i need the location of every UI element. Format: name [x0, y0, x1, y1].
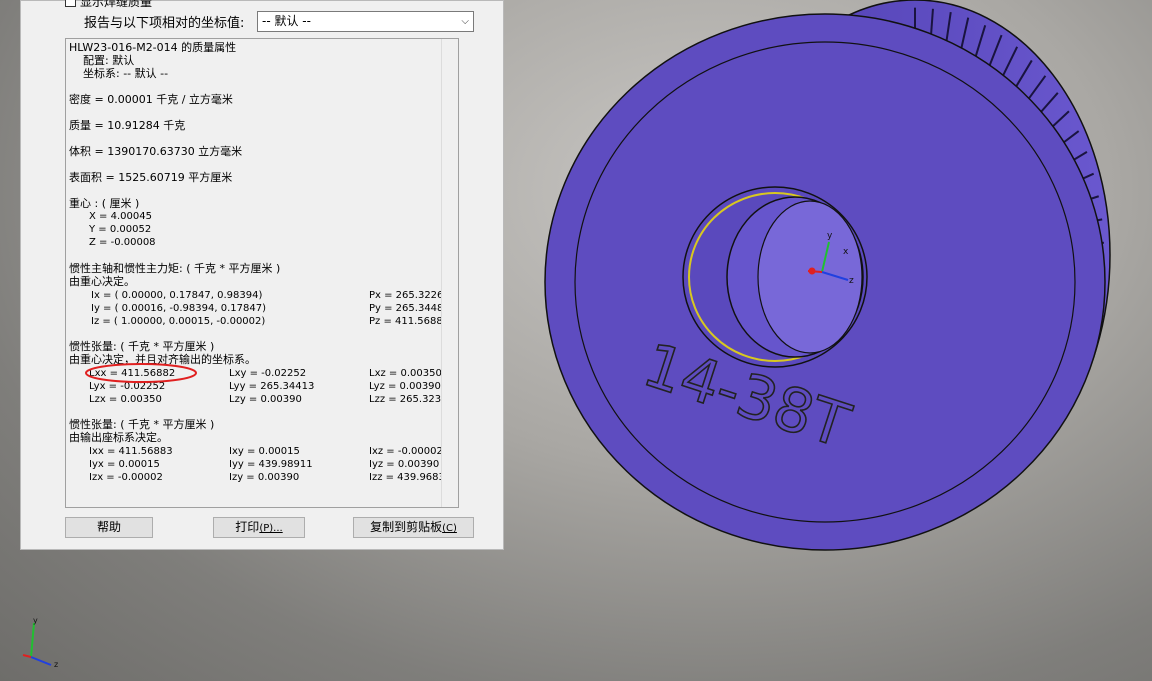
print-button-label: 打印 [235, 520, 260, 534]
svg-text:x: x [843, 247, 849, 257]
svg-text:z: z [54, 660, 58, 669]
mass-properties-dialog: 显示焊缝质量 报告与以下项相对的坐标值: -- 默认 -- ⌵ HLW23-01… [20, 0, 504, 550]
show-weld-mass-label: 显示焊缝质量 [80, 0, 153, 9]
mass-line: 质量 = 10.91284 千克 [69, 119, 186, 132]
tensor2-iyy: Iyy = 439.98911 [229, 459, 313, 470]
tensor2-ixz: Ixz = -0.00002 [369, 446, 443, 457]
help-button[interactable]: 帮助 [65, 517, 153, 538]
principal-moment-py: Py = 265.34483 [369, 303, 450, 314]
coordinate-system-value: -- 默认 -- [262, 14, 311, 28]
cog-x: X = 4.00045 [89, 211, 152, 222]
tensor1-lyy: Lyy = 265.34413 [229, 381, 315, 392]
principal-axis-ix: Ix = ( 0.00000, 0.17847, 0.98394) [91, 290, 263, 301]
surface-area-line: 表面积 = 1525.60719 平方厘米 [69, 171, 233, 184]
tensor1-title: 惯性张量: ( 千克 * 平方厘米 ) [69, 340, 215, 353]
tensor1-lxy: Lxy = -0.02252 [229, 368, 307, 379]
tensor2-ixx: Ixx = 411.56883 [89, 446, 173, 457]
tensor2-ixy: Ixy = 0.00015 [229, 446, 300, 457]
principal-subtitle: 由重心决定。 [69, 275, 135, 288]
tensor2-izy: Izy = 0.00390 [229, 472, 300, 483]
copy-to-clipboard-button[interactable]: 复制到剪贴板(C) [353, 517, 474, 538]
tensor2-title: 惯性张量: ( 千克 * 平方厘米 ) [69, 418, 215, 431]
help-button-label: 帮助 [96, 520, 121, 534]
bore-inner [757, 200, 863, 354]
copy-button-label: 复制到剪贴板 [370, 520, 443, 534]
svg-text:y: y [827, 231, 833, 241]
tensor1-lzx: Lzx = 0.00350 [89, 394, 162, 405]
center-of-mass-title: 重心 : ( 厘米 ) [69, 197, 140, 210]
principal-axis-iz: Iz = ( 1.00000, 0.00015, -0.00002) [91, 316, 266, 327]
principal-axis-iy: Iy = ( 0.00016, -0.98394, 0.17847) [91, 303, 266, 314]
cog-y: Y = 0.00052 [89, 224, 152, 235]
show-weld-mass-checkbox[interactable] [65, 0, 76, 7]
tensor2-subtitle: 由输出座标系决定。 [69, 431, 168, 444]
coordinate-system-select[interactable]: -- 默认 -- ⌵ [257, 11, 474, 32]
config-line: 配置: 默认 [83, 54, 135, 67]
principal-moment-pz: Pz = 411.56883 [369, 316, 450, 327]
print-button-key: (P)... [259, 523, 283, 534]
cog-z: Z = -0.00008 [89, 237, 156, 248]
coordsys-line: 坐标系: -- 默认 -- [83, 67, 169, 80]
tensor2-izz: Izz = 439.96834 [369, 472, 452, 483]
view-orientation-triad: y z [22, 616, 58, 669]
principal-title: 惯性主轴和惯性主力矩: ( 千克 * 平方厘米 ) [69, 262, 281, 275]
volume-line: 体积 = 1390170.63730 立方毫米 [69, 145, 243, 158]
density-line: 密度 = 0.00001 千克 / 立方毫米 [69, 93, 233, 106]
copy-button-key: (C) [442, 523, 457, 534]
tensor1-lyz: Lyz = 0.00390 [369, 381, 441, 392]
show-weld-mass-row[interactable]: 显示焊缝质量 [65, 0, 153, 9]
results-text-area[interactable]: HLW23-016-M2-014 的质量属性 配置: 默认 坐标系: -- 默认… [65, 38, 459, 508]
tensor1-lzy: Lzy = 0.00390 [229, 394, 302, 405]
pulley-model[interactable]: 14-38T y z x [520, 0, 1140, 560]
lxx-highlight-ellipse [85, 363, 197, 383]
svg-text:y: y [33, 616, 38, 625]
tensor2-iyz: Iyz = 0.00390 [369, 459, 440, 470]
report-relative-label: 报告与以下项相对的坐标值: [84, 16, 245, 31]
tensor1-lxz: Lxz = 0.00350 [369, 368, 442, 379]
print-button[interactable]: 打印(P)... [213, 517, 305, 538]
part-name: HLW23-016-M2-014 的质量属性 [69, 41, 237, 54]
results-scrollbar[interactable] [441, 39, 458, 507]
tensor2-izx: Izx = -0.00002 [89, 472, 163, 483]
chevron-down-icon[interactable]: ⌵ [461, 12, 469, 31]
svg-text:z: z [849, 276, 854, 286]
tensor2-iyx: Iyx = 0.00015 [89, 459, 160, 470]
principal-moment-px: Px = 265.32265 [369, 290, 450, 301]
